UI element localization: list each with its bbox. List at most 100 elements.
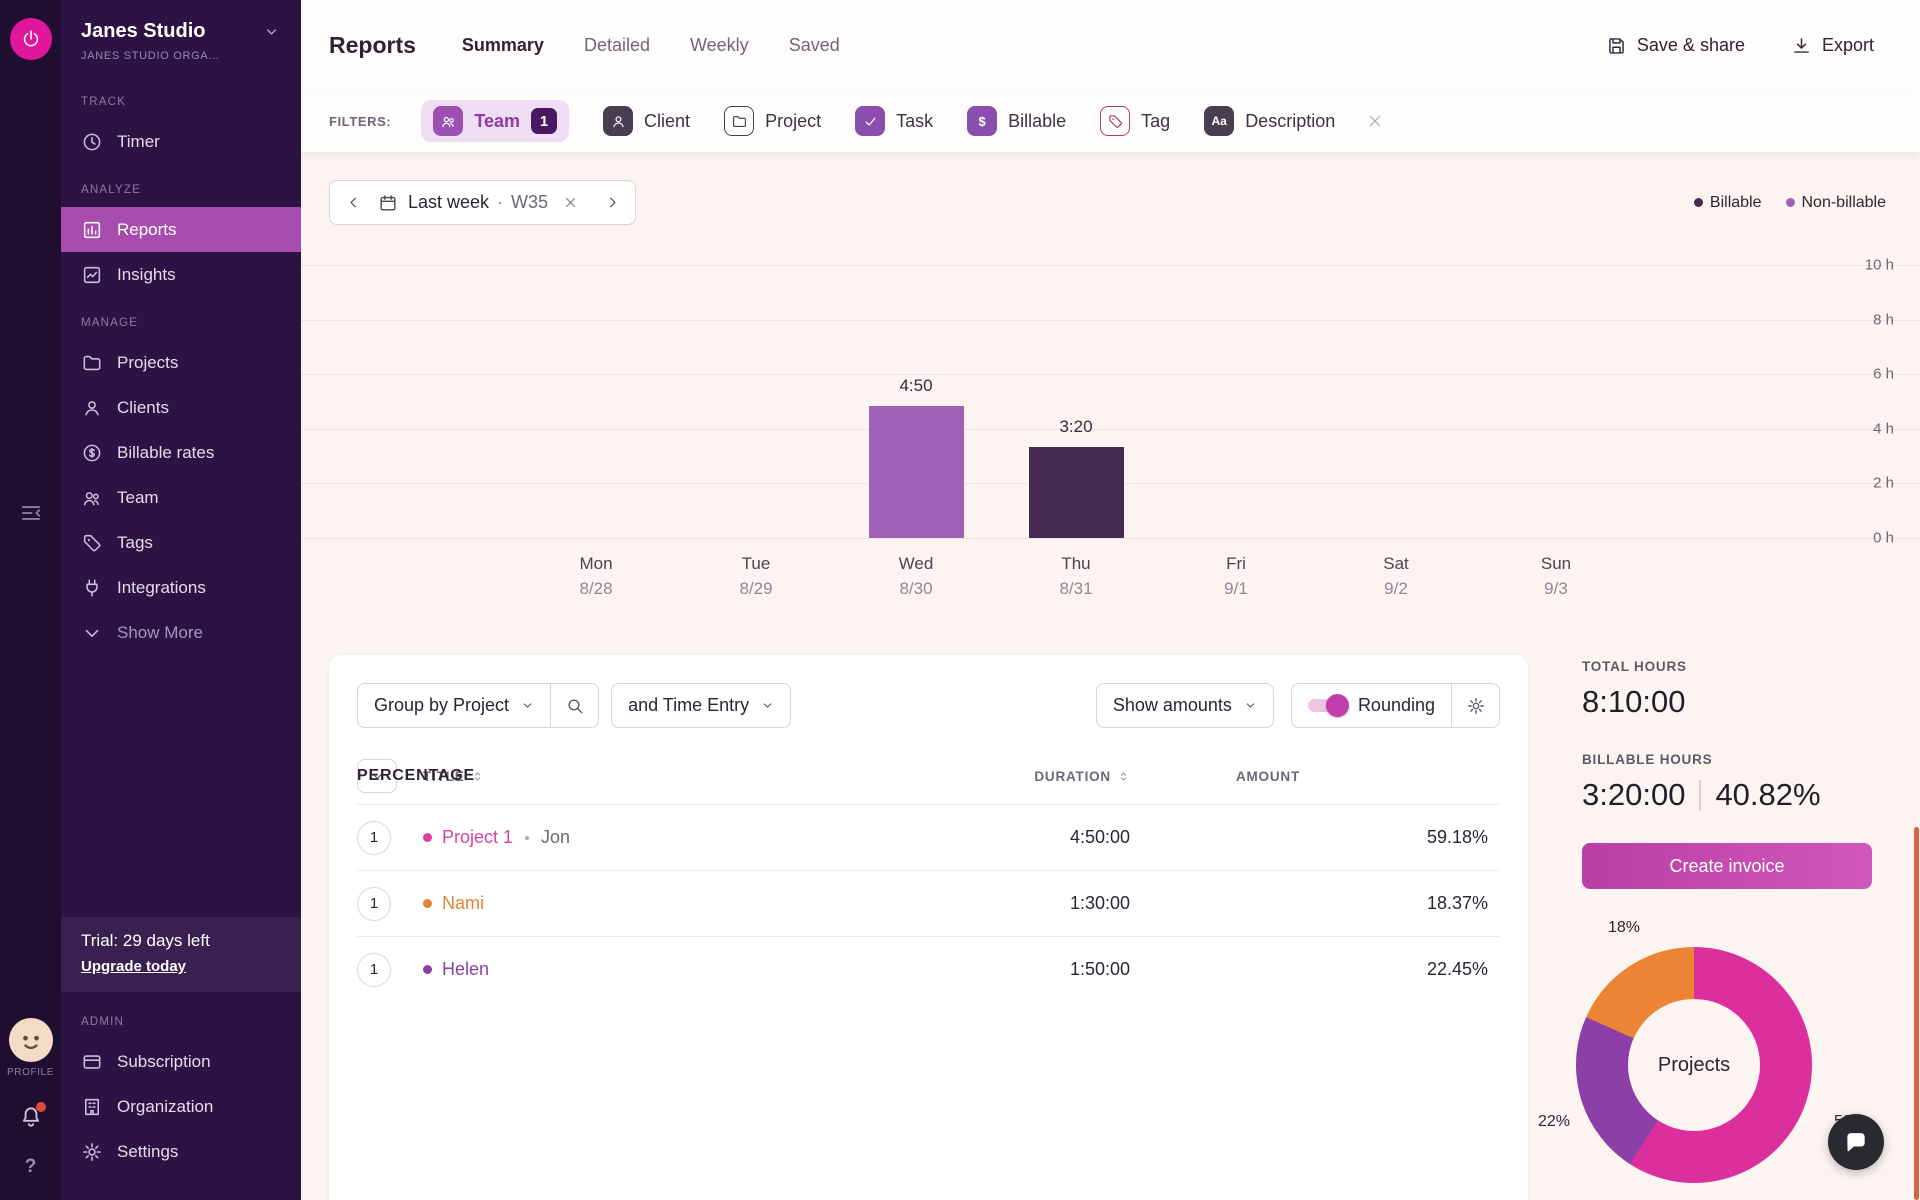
- profile-button[interactable]: PROFILE: [7, 1018, 54, 1078]
- legend-non-billable: Non-billable: [1786, 194, 1887, 212]
- billable-percentage-value: 40.82%: [1715, 777, 1820, 813]
- clear-date-icon[interactable]: [562, 194, 579, 211]
- row-title[interactable]: Nami: [442, 893, 484, 914]
- search-button[interactable]: [551, 683, 599, 728]
- subgroup-dropdown[interactable]: and Time Entry: [611, 683, 791, 728]
- admin-nav: ADMINSubscriptionOrganizationSettings: [61, 1016, 301, 1200]
- scrollbar-thumb[interactable]: [1914, 827, 1919, 1200]
- prev-week-button[interactable]: [334, 181, 372, 224]
- collapse-sidebar-icon[interactable]: [18, 500, 44, 526]
- sidebar-item-reports[interactable]: Reports: [61, 207, 301, 252]
- sidebar-item-clients[interactable]: Clients: [61, 385, 301, 430]
- project-color-dot: [423, 833, 432, 842]
- page-title: Reports: [329, 32, 416, 59]
- help-icon[interactable]: ?: [25, 1156, 37, 1178]
- filter-chip-project[interactable]: Project: [724, 106, 821, 136]
- top-bar: Reports Summary Detailed Weekly Saved Save …: [301, 0, 1920, 90]
- next-week-button[interactable]: [593, 181, 631, 224]
- power-icon: [20, 28, 42, 50]
- app-root: PROFILE ? Janes Studio JANES STUDIO ORGA…: [0, 0, 1920, 1200]
- table-row[interactable]: 1Project 1Jon4:50:0059.18%: [357, 804, 1500, 870]
- filter-chip-description[interactable]: AaDescription: [1204, 106, 1335, 136]
- date-range-label[interactable]: Last week: [408, 192, 489, 213]
- create-invoice-button[interactable]: Create invoice: [1582, 843, 1872, 889]
- total-hours-value: 8:10:00: [1582, 684, 1874, 720]
- filter-chip-tag[interactable]: Tag: [1100, 106, 1170, 136]
- workspace-name: Janes Studio: [81, 20, 205, 43]
- sidebar-item-show-more[interactable]: Show More: [61, 610, 301, 655]
- column-percentage[interactable]: PERCENTAGE: [357, 767, 487, 785]
- bar-thu[interactable]: 3:20: [1029, 447, 1124, 538]
- y-axis-label: 2 h: [1873, 475, 1894, 492]
- rounding-switch[interactable]: [1308, 699, 1346, 712]
- tab-saved[interactable]: Saved: [789, 35, 840, 56]
- rounding-settings-button[interactable]: [1452, 683, 1500, 728]
- y-axis-label: 4 h: [1873, 421, 1894, 438]
- sidebar-item-integrations[interactable]: Integrations: [61, 565, 301, 610]
- row-title[interactable]: Helen: [442, 959, 489, 980]
- chart-plot: 10 h8 h6 h4 h2 h0 h4:503:20: [301, 265, 1920, 538]
- upgrade-link[interactable]: Upgrade today: [81, 958, 186, 975]
- table-row[interactable]: 1Nami1:30:0018.37%: [357, 870, 1500, 936]
- chart-legend: BillableNon-billable: [1694, 194, 1886, 212]
- chat-widget-button[interactable]: [1828, 1114, 1884, 1170]
- export-button[interactable]: Export: [1791, 35, 1874, 56]
- bar-wed[interactable]: 4:50: [869, 406, 964, 538]
- divider: [1699, 780, 1701, 810]
- donut-ring[interactable]: Projects: [1576, 947, 1812, 1183]
- x-label-thu: Thu8/31: [996, 554, 1156, 599]
- column-amount[interactable]: AMOUNT: [1130, 769, 1300, 784]
- donut-label-orange: 18%: [1608, 919, 1640, 937]
- group-by-dropdown[interactable]: Group by Project: [357, 683, 551, 728]
- show-amounts-dropdown[interactable]: Show amounts: [1096, 683, 1274, 728]
- filter-chip-billable[interactable]: $Billable: [967, 106, 1066, 136]
- sidebar-item-insights[interactable]: Insights: [61, 252, 301, 297]
- table-header: TITLE DURATION AMOUNT PERCENTAGE: [357, 748, 1500, 804]
- main-area: Reports Summary Detailed Weekly Saved Save …: [301, 0, 1920, 1200]
- filter-chip-team[interactable]: Team1: [421, 100, 569, 142]
- billable-hours-value: 3:20:00: [1582, 777, 1685, 813]
- filter-count-badge: 1: [531, 108, 557, 134]
- sidebar-item-projects[interactable]: Projects: [61, 340, 301, 385]
- column-duration[interactable]: DURATION: [890, 769, 1130, 784]
- gridline: [301, 538, 1920, 539]
- clear-filters-icon[interactable]: [1365, 111, 1385, 131]
- filter-chip-task[interactable]: Task: [855, 106, 933, 136]
- table-row[interactable]: 1Helen1:50:0022.45%: [357, 936, 1500, 1002]
- table-body: 1Project 1Jon4:50:0059.18%1Nami1:30:0018…: [357, 804, 1500, 1002]
- bars: 4:50 3:20: [516, 265, 1636, 538]
- filter-bar: FILTERS: Team1ClientProjectTask$Billable…: [301, 90, 1920, 152]
- filter-chip-client[interactable]: Client: [603, 106, 690, 136]
- chevron-down-icon: [1244, 699, 1257, 712]
- tab-summary[interactable]: Summary: [462, 35, 544, 56]
- row-duration: 1:50:00: [890, 959, 1130, 980]
- sidebar-item-subscription[interactable]: Subscription: [61, 1039, 301, 1084]
- rounding-control[interactable]: Rounding: [1291, 683, 1452, 728]
- search-icon: [565, 696, 585, 716]
- tab-detailed[interactable]: Detailed: [584, 35, 650, 56]
- notifications-bell-icon[interactable]: [18, 1104, 44, 1130]
- sidebar-item-tags[interactable]: Tags: [61, 520, 301, 565]
- y-axis-label: 8 h: [1873, 312, 1894, 329]
- sidebar-item-team[interactable]: Team: [61, 475, 301, 520]
- sidebar-item-billable-rates[interactable]: Billable rates: [61, 430, 301, 475]
- task-filter-icon: [855, 106, 885, 136]
- group-count-badge: 1: [357, 821, 391, 855]
- app-logo[interactable]: [10, 18, 52, 60]
- group-count-badge: 1: [357, 953, 391, 987]
- download-icon: [1791, 35, 1812, 56]
- workspace-org: JANES STUDIO ORGA...: [81, 50, 281, 62]
- workspace-switcher[interactable]: Janes Studio JANES STUDIO ORGA...: [61, 20, 301, 62]
- reports-icon: [81, 219, 103, 241]
- sidebar-item-timer[interactable]: Timer: [61, 119, 301, 164]
- chat-bubble-icon: [1843, 1129, 1869, 1155]
- sidebar-section-label: ANALYZE: [61, 184, 301, 196]
- save-share-button[interactable]: Save & share: [1606, 35, 1745, 56]
- sidebar-item-organization[interactable]: Organization: [61, 1084, 301, 1129]
- column-title[interactable]: TITLE: [423, 769, 890, 784]
- billable-hours-label: BILLABLE HOURS: [1582, 752, 1874, 767]
- row-title[interactable]: Project 1: [442, 827, 513, 848]
- sort-icon[interactable]: [1117, 770, 1130, 783]
- tab-weekly[interactable]: Weekly: [690, 35, 749, 56]
- sidebar-item-settings[interactable]: Settings: [61, 1129, 301, 1174]
